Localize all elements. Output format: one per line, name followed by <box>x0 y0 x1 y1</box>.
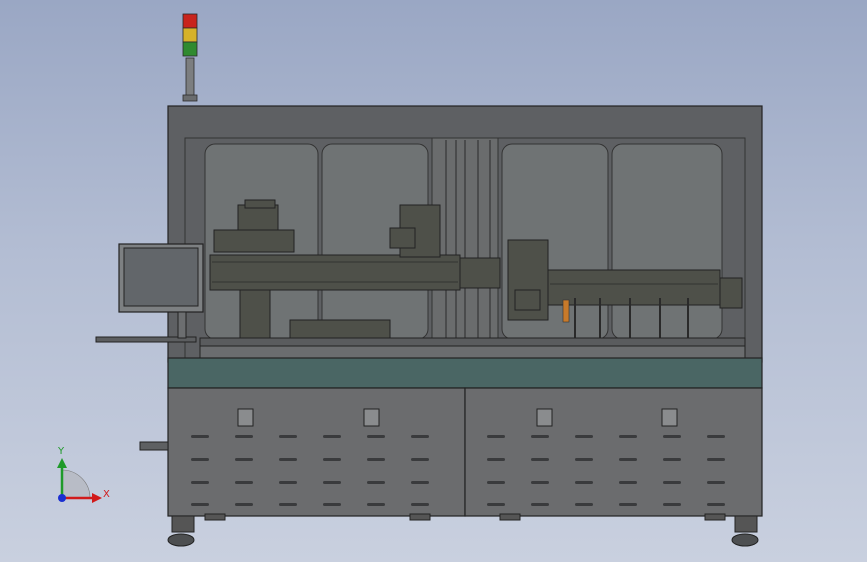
vent-slot <box>191 458 209 461</box>
vent-slot <box>531 481 549 484</box>
z-axis-icon <box>58 494 66 502</box>
vent-slot <box>707 481 725 484</box>
vent-slot <box>367 435 385 438</box>
vent-slot <box>323 435 341 438</box>
vent-slot <box>367 458 385 461</box>
vent-slot <box>235 458 253 461</box>
vent-slot <box>323 458 341 461</box>
vent-slot <box>235 481 253 484</box>
vent-slot <box>235 503 253 506</box>
vent-slot <box>191 435 209 438</box>
vent-slot <box>323 503 341 506</box>
y-arrow-icon <box>57 458 67 468</box>
vent-slot <box>663 435 681 438</box>
vent-slot <box>279 458 297 461</box>
cad-viewport[interactable]: Y X <box>0 0 867 562</box>
vent-slot <box>531 458 549 461</box>
vent-slot <box>279 435 297 438</box>
tower-light-green <box>182 41 198 57</box>
x-arrow-icon <box>92 493 102 503</box>
vent-slot <box>619 435 637 438</box>
lower-cabinet <box>139 387 763 517</box>
vent-slot <box>707 435 725 438</box>
vent-slot <box>619 503 637 506</box>
lock-icon <box>536 408 553 427</box>
vent-slot <box>707 458 725 461</box>
x-axis-label: X <box>103 489 110 500</box>
vent-slot <box>663 503 681 506</box>
vent-slot <box>487 481 505 484</box>
vent-slot <box>279 481 297 484</box>
vent-slot <box>531 435 549 438</box>
coordinate-triad: Y X <box>57 446 110 503</box>
vent-slot <box>619 458 637 461</box>
vent-slot <box>487 458 505 461</box>
vent-slot <box>367 481 385 484</box>
triad-plane-icon <box>61 469 91 499</box>
vent-slot <box>663 481 681 484</box>
vent-slot <box>191 503 209 506</box>
y-axis-label: Y <box>57 446 65 457</box>
vent-slot <box>663 458 681 461</box>
vent-slot <box>575 435 593 438</box>
vent-slot <box>707 503 725 506</box>
vent-slot <box>191 481 209 484</box>
vent-slot <box>575 503 593 506</box>
side-handle <box>139 441 169 451</box>
vent-slot <box>323 481 341 484</box>
lock-icon <box>363 408 380 427</box>
vent-slot <box>619 481 637 484</box>
vent-slot <box>575 481 593 484</box>
vent-slot <box>235 435 253 438</box>
vent-slot <box>411 503 429 506</box>
vent-slot <box>367 503 385 506</box>
tower-light-red <box>182 13 198 29</box>
vent-slot <box>279 503 297 506</box>
vent-slot <box>411 481 429 484</box>
vent-slot <box>487 503 505 506</box>
vent-slot <box>487 435 505 438</box>
leveling-feet <box>167 513 759 547</box>
deck-band <box>167 357 763 389</box>
vent-slot <box>575 458 593 461</box>
vent-slot <box>411 458 429 461</box>
lock-icon <box>661 408 678 427</box>
vent-slot <box>411 435 429 438</box>
lock-icon <box>237 408 254 427</box>
vent-slot <box>531 503 549 506</box>
signal-tower <box>182 13 198 102</box>
tower-light-yellow <box>182 27 198 43</box>
